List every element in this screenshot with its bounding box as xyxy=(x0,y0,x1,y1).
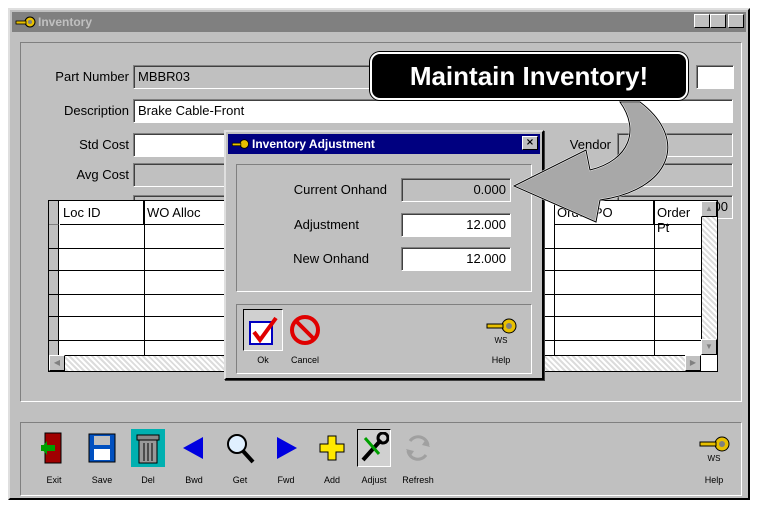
callout-arrow-icon xyxy=(511,101,669,224)
